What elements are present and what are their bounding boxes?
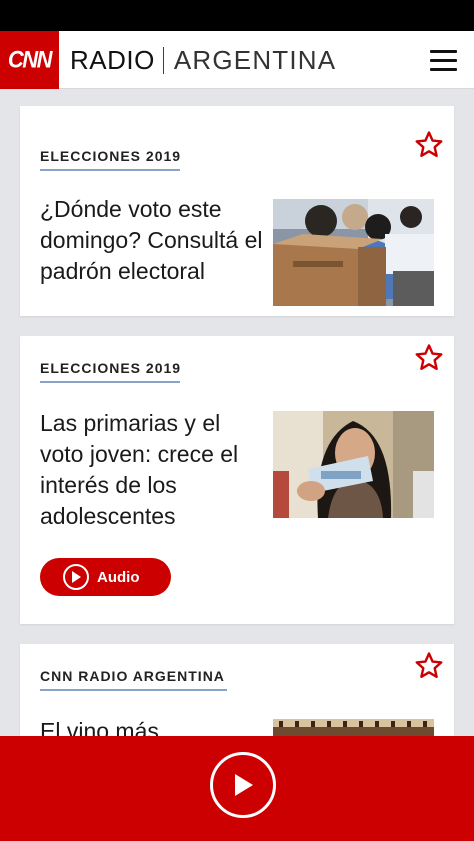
play-icon[interactable] xyxy=(210,752,276,818)
brand-divider xyxy=(162,46,164,74)
news-feed[interactable]: ELECCIONES 2019 ¿Dónde voto este domingo… xyxy=(0,89,474,736)
brand-name: RADIO xyxy=(70,44,155,75)
audio-player-bar xyxy=(0,736,474,841)
article-card[interactable]: CNN RADIO ARGENTINA El vino más xyxy=(20,644,454,736)
category-underline xyxy=(40,169,180,171)
article-category: ELECCIONES 2019 xyxy=(40,360,182,376)
star-outline-icon[interactable] xyxy=(414,343,444,373)
article-card[interactable]: ELECCIONES 2019 ¿Dónde voto este domingo… xyxy=(20,106,454,316)
status-bar xyxy=(0,0,474,31)
article-card[interactable]: ELECCIONES 2019 Las primarias y el voto … xyxy=(20,336,454,624)
wine-cellar-photo[interactable] xyxy=(273,719,434,736)
star-outline-icon[interactable] xyxy=(414,651,444,681)
hamburger-menu-icon[interactable] xyxy=(430,50,458,72)
play-circle-icon xyxy=(63,564,89,590)
cnn-logo[interactable]: CNN xyxy=(0,31,59,89)
voting-ballot-box-photo[interactable] xyxy=(273,199,434,306)
article-category: ELECCIONES 2019 xyxy=(40,148,182,164)
audio-button-label: Audio xyxy=(97,568,140,586)
audio-button[interactable]: Audio xyxy=(40,558,171,596)
cnn-logo-text: CNN xyxy=(7,45,53,74)
young-voter-id-photo[interactable] xyxy=(273,411,434,518)
brand-country: ARGENTINA xyxy=(173,44,337,75)
star-outline-icon[interactable] xyxy=(414,130,444,160)
article-headline[interactable]: ¿Dónde voto este domingo? Consultá el pa… xyxy=(40,194,265,287)
app-header: CNN RADIO ARGENTINA xyxy=(0,31,474,89)
article-category: CNN RADIO ARGENTINA xyxy=(40,668,225,684)
article-headline[interactable]: El vino más xyxy=(40,716,265,736)
category-underline xyxy=(40,381,180,383)
brand-title: RADIO ARGENTINA xyxy=(70,45,336,75)
category-underline xyxy=(40,689,227,691)
article-headline[interactable]: Las primarias y el voto joven: crece el … xyxy=(40,408,265,532)
